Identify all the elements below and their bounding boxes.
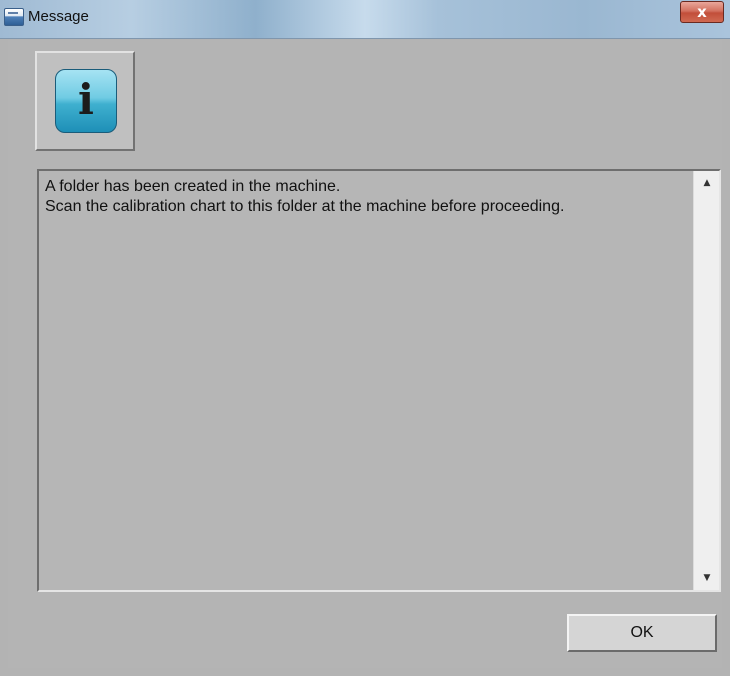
vertical-scrollbar[interactable]: ▲ ▼ (693, 171, 719, 590)
dialog-body: i A folder has been created in the machi… (8, 40, 722, 668)
info-icon-frame: i (35, 51, 135, 151)
message-textbox[interactable]: A folder has been created in the machine… (37, 169, 721, 592)
information-icon: i (55, 69, 117, 133)
message-line: A folder has been created in the machine… (45, 178, 341, 195)
window-title: Message (28, 8, 89, 25)
message-text: A folder has been created in the machine… (45, 177, 685, 217)
scroll-down-arrow-icon[interactable]: ▼ (694, 568, 720, 588)
title-bar: Message x (0, 0, 730, 39)
close-icon: x (697, 3, 707, 21)
close-button[interactable]: x (680, 1, 724, 23)
dialog-window-icon (4, 8, 24, 26)
ok-button[interactable]: OK (567, 614, 717, 652)
scroll-up-arrow-icon[interactable]: ▲ (694, 173, 720, 193)
message-line: Scan the calibration chart to this folde… (45, 198, 565, 215)
